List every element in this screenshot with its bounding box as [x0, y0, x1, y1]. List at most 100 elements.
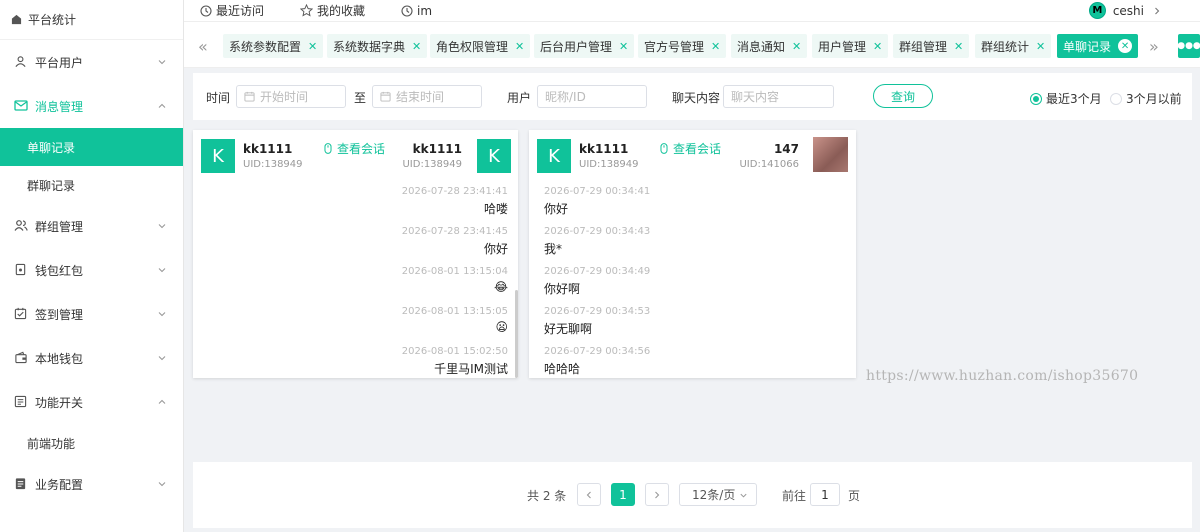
pagination-total: 共 2 条 [527, 489, 567, 503]
more-tabs-icon[interactable]: ●●● [1177, 34, 1200, 58]
view-conversation-link[interactable]: 查看会话 [660, 140, 721, 157]
tab-label: 群组统计 [981, 39, 1030, 54]
checkin-icon [14, 307, 28, 321]
message-list[interactable]: 2026-07-29 00:34:41 你好 2026-07-29 00:34:4… [529, 182, 854, 378]
radio-recent-3-months[interactable]: 最近3个月 [1030, 90, 1102, 107]
sidebar-item-message-management[interactable]: 消息管理 [0, 84, 183, 128]
close-icon[interactable]: ✕ [873, 40, 882, 53]
close-icon[interactable]: ✕ [711, 40, 720, 53]
goto-page-input[interactable]: 1 [810, 483, 840, 506]
sidebar-item-group-chat[interactable]: 群聊记录 [0, 166, 183, 204]
tab-label: 用户管理 [818, 39, 867, 54]
avatar: K [477, 139, 511, 173]
pagination: 共 2 条 1 12条/页 前往 1 页 [193, 462, 1192, 528]
chevron-down-icon [158, 356, 166, 361]
close-icon[interactable]: ✕ [1036, 40, 1045, 53]
sidebar-item-label: 功能开关 [35, 395, 84, 410]
view-conversation-label: 查看会话 [673, 142, 722, 156]
close-icon[interactable]: ✕ [412, 40, 421, 53]
close-icon[interactable]: ✕ [515, 40, 524, 53]
user-menu[interactable]: M ceshi [1088, 2, 1162, 19]
prev-page-button[interactable] [577, 483, 601, 506]
tabs-next-icon[interactable]: » [1149, 37, 1159, 56]
close-icon[interactable]: ✕ [954, 40, 963, 53]
chat-card: K kk1111 UID:138949 查看会话 147 UID:141066 … [529, 130, 856, 378]
tab-system-dictionary[interactable]: 系统数据字典 ✕ [327, 34, 428, 58]
tab-label: 官方号管理 [644, 39, 705, 54]
view-conversation-link[interactable]: 查看会话 [324, 140, 385, 157]
close-icon[interactable]: ✕ [792, 40, 801, 53]
username: ceshi [1112, 3, 1144, 18]
content-label: 聊天内容 [672, 91, 721, 105]
sidebar-item-local-wallet[interactable]: 本地钱包 [0, 336, 183, 380]
sidebar-item-business-config[interactable]: 业务配置 [0, 462, 183, 506]
user-input[interactable]: 昵称/ID [537, 85, 647, 108]
tab-system-params[interactable]: 系统参数配置 ✕ [223, 34, 324, 58]
close-icon[interactable]: ✕ [1118, 39, 1133, 53]
close-icon[interactable]: ✕ [308, 40, 317, 53]
tab-role-permissions[interactable]: 角色权限管理 ✕ [430, 34, 531, 58]
sidebar-item-checkin[interactable]: 签到管理 [0, 292, 183, 336]
sidebar-item-group-management[interactable]: 群组管理 [0, 204, 183, 248]
list-item: 2026-07-28 23:41:41 哈喽 [193, 182, 518, 222]
app-title: 平台统计 [28, 13, 77, 27]
favorites-label: 我的收藏 [317, 4, 366, 18]
tab-single-chat[interactable]: 单聊记录 ✕ [1057, 34, 1139, 58]
end-time-placeholder: 结束时间 [396, 90, 445, 104]
tab-official-accounts[interactable]: 官方号管理 ✕ [638, 34, 727, 58]
end-time-input[interactable]: 结束时间 [372, 85, 482, 108]
chevron-down-icon [158, 312, 166, 317]
page-size-select[interactable]: 12条/页 [679, 483, 757, 506]
page-number-button[interactable]: 1 [611, 483, 635, 506]
tab-admin-users[interactable]: 后台用户管理 ✕ [534, 34, 635, 58]
close-icon[interactable]: ✕ [619, 40, 628, 53]
sidebar-item-feature-switch[interactable]: 功能开关 [0, 380, 183, 424]
local-wallet-icon [14, 351, 28, 365]
message-text: 我* [544, 242, 563, 256]
radio-checked-icon [1030, 92, 1042, 105]
receiver-name: 147 [773, 142, 799, 156]
config-icon [14, 477, 28, 491]
query-button[interactable]: 查询 [873, 84, 933, 108]
sidebar-item-frontend-features[interactable]: 前端功能 [0, 424, 183, 462]
radio-label: 最近3个月 [1046, 92, 1102, 106]
sender-uid: UID:138949 [243, 159, 303, 170]
recent-visits-link[interactable]: 最近访问 [200, 2, 264, 19]
sidebar-item-single-chat[interactable]: 单聊记录 [0, 128, 183, 166]
chat-card-header: K kk1111 UID:138949 查看会话 kk1111 UID:1389… [193, 130, 518, 178]
sender-name: kk1111 [579, 142, 629, 156]
next-page-button[interactable] [645, 483, 669, 506]
tab-user-management[interactable]: 用户管理 ✕ [812, 34, 889, 58]
chat-card: K kk1111 UID:138949 查看会话 kk1111 UID:1389… [193, 130, 518, 378]
view-conversation-label: 查看会话 [337, 142, 386, 156]
chat-card-header: K kk1111 UID:138949 查看会话 147 UID:141066 [529, 130, 856, 178]
chevron-right-icon [1155, 7, 1160, 14]
content-input[interactable]: 聊天内容 [723, 85, 834, 108]
start-time-input[interactable]: 开始时间 [236, 85, 346, 108]
scrollbar[interactable] [515, 290, 518, 378]
list-item: 2026-08-01 15:02:50 千里马IM测试 [193, 342, 518, 378]
tab-label: 消息通知 [737, 39, 786, 54]
sidebar-item-platform-users[interactable]: 平台用户 [0, 40, 183, 84]
chevron-right-icon [655, 491, 660, 498]
message-text: 😂 [493, 280, 508, 294]
sidebar-item-label: 群组管理 [35, 219, 84, 234]
sidebar-header[interactable]: 平台统计 [0, 0, 183, 40]
tab-label: 角色权限管理 [436, 39, 509, 54]
tab-group-management[interactable]: 群组管理 ✕ [893, 34, 970, 58]
sidebar-item-label: 平台用户 [35, 55, 84, 70]
tab-group-stats[interactable]: 群组统计 ✕ [975, 34, 1052, 58]
chevron-up-icon [158, 399, 166, 404]
message-time: 2026-07-29 00:34:41 [544, 186, 651, 197]
im-label: im [417, 3, 433, 18]
radio-older-3-months[interactable]: 3个月以前 [1110, 90, 1182, 107]
message-time: 2026-07-29 00:34:49 [544, 266, 651, 277]
list-item: 2026-08-01 13:15:05 😦 [193, 302, 518, 342]
tabs-prev-icon[interactable]: « [198, 37, 208, 56]
sidebar-item-wallet-redpacket[interactable]: 钱包红包 [0, 248, 183, 292]
im-link[interactable]: im [401, 4, 432, 18]
chevron-down-icon [158, 482, 166, 487]
favorites-link[interactable]: 我的收藏 [300, 2, 365, 19]
message-list[interactable]: 2026-07-28 23:41:41 哈喽 2026-07-28 23:41:4… [193, 182, 518, 378]
tab-notifications[interactable]: 消息通知 ✕ [731, 34, 808, 58]
